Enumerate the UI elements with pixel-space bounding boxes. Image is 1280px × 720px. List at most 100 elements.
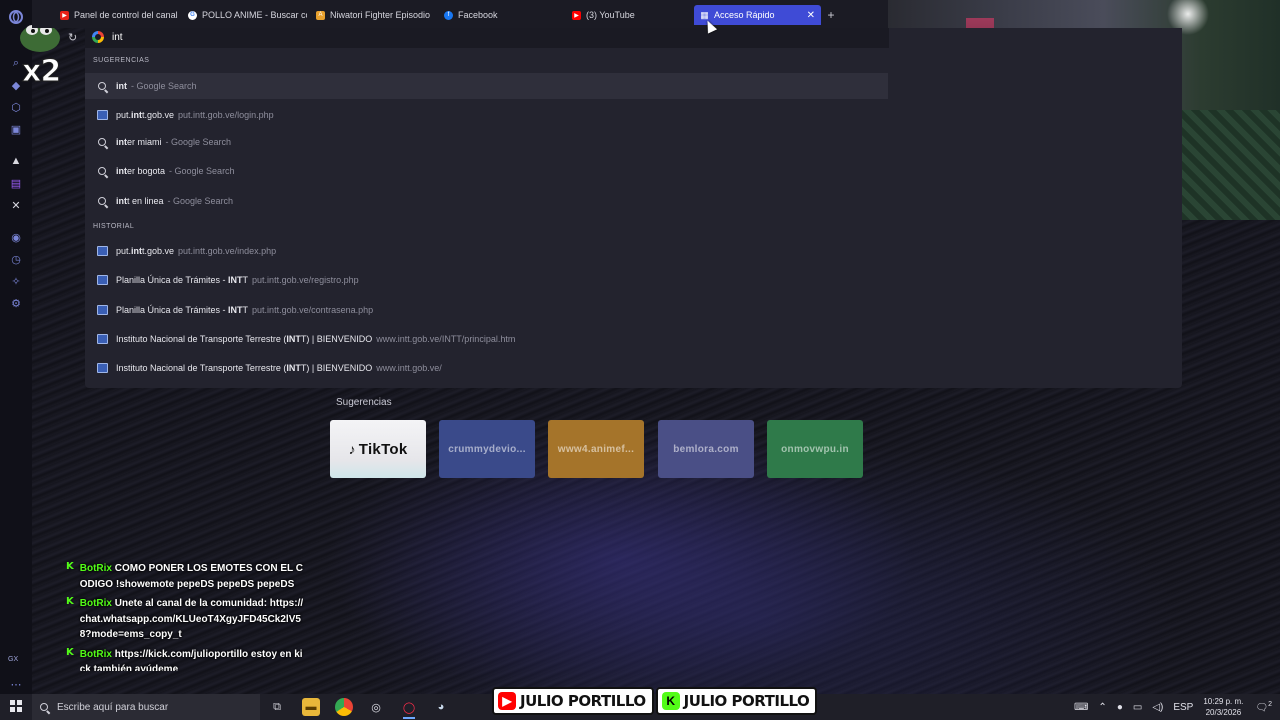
notification-count: 2 — [1268, 700, 1272, 708]
kick-logo-icon: K — [661, 692, 680, 710]
chevron-up-icon[interactable]: ⌃ — [1098, 702, 1106, 713]
brand-name: JULIO PORTILLO — [683, 692, 810, 710]
chat-text: https://kick.com/julioportillo estoy en … — [79, 648, 303, 671]
multiplier-label: x2 — [21, 54, 61, 90]
search-icon — [96, 80, 108, 92]
tiktok-sidebar-icon[interactable]: ▲ — [8, 153, 24, 169]
youtube-brand-pill: ▶ JULIO PORTILLO — [492, 687, 654, 715]
history-item[interactable]: Instituto Nacional de Transporte Terrest… — [85, 326, 888, 352]
history-item[interactable]: Instituto Nacional de Transporte Terrest… — [85, 355, 888, 381]
tab-youtube[interactable]: ▶ (3) YouTube — [566, 5, 691, 25]
tab-niwatori-fighter[interactable]: A Niwatori Fighter Episodio — [310, 5, 435, 25]
tab-pollo-anime[interactable]: G POLLO ANIME - Buscar co — [182, 5, 307, 25]
search-icon — [96, 195, 108, 207]
file-explorer-icon[interactable]: ▬ — [302, 698, 320, 716]
speed-dial-onmovwpu[interactable]: onmovwpu.in — [767, 420, 863, 478]
suggestion-item[interactable]: intt en linea - Google Search — [85, 188, 888, 214]
suggestion-item[interactable]: int - Google Search — [85, 73, 888, 99]
google-search-engine-icon — [92, 31, 104, 43]
keyboard-icon[interactable]: ⌨ — [1074, 702, 1088, 713]
kick-icon: K — [66, 646, 74, 658]
more-menu-icon[interactable]: ⋯ — [8, 676, 24, 692]
player-icon[interactable]: ◉ — [8, 229, 24, 245]
facebook-icon: f — [444, 10, 453, 20]
suggestion-match: int — [116, 137, 127, 147]
volume-icon[interactable]: ◁) — [1152, 702, 1163, 713]
search-icon — [96, 165, 108, 177]
history-url: put.intt.gob.ve/contrasena.php — [252, 305, 374, 315]
history-match: int — [131, 246, 143, 256]
youtube-logo-icon: ▶ — [498, 692, 516, 710]
windows-start-icon[interactable] — [10, 700, 22, 712]
history-heading: HISTORIAL — [93, 223, 135, 230]
site-icon — [96, 304, 108, 316]
suggestion-rest: er bogota — [127, 166, 166, 176]
opera-gx-icon[interactable]: ◯ — [400, 698, 418, 719]
suggestions-heading: SUGERENCIAS — [93, 57, 150, 64]
address-input[interactable] — [112, 30, 712, 44]
suggestion-match: int — [116, 166, 127, 176]
x-twitter-icon[interactable]: ✕ — [8, 197, 24, 213]
taskbar-search-placeholder: Escribe aquí para buscar — [57, 701, 169, 713]
clock-time: 10:29 p. m. — [1203, 697, 1244, 706]
clock[interactable]: 10:29 p. m. 20/3/2026 — [1203, 696, 1243, 718]
suggestion-match: int — [116, 196, 127, 206]
search-icon — [96, 136, 108, 148]
history-item[interactable]: Planilla Única de Trámites - INTT put.int… — [85, 267, 888, 293]
new-tab-button[interactable]: + — [824, 8, 838, 22]
history-rest: T — [242, 275, 249, 285]
chat-username: BotRix — [79, 563, 112, 574]
suggestion-item[interactable]: inter bogota - Google Search — [85, 158, 888, 184]
history-item[interactable]: put.intt.gob.ve put.intt.gob.ve/index.php — [85, 238, 888, 264]
speed-dial-bemlora[interactable]: bemlora.com — [658, 420, 754, 478]
suggestion-match: int — [116, 81, 127, 91]
suggestion-item[interactable]: put.intt.gob.ve put.intt.gob.ve/login.php — [85, 102, 888, 128]
extensions-icon[interactable]: ✧ — [8, 273, 24, 289]
tab-channel-dashboard[interactable]: ▶ Panel de control del canal — [54, 5, 179, 25]
microphone-icon[interactable]: ● — [1117, 702, 1123, 713]
steam-icon[interactable]: ◕ — [432, 698, 450, 716]
tile-label: TikTok — [358, 440, 408, 458]
task-view-icon[interactable]: ⧉ — [268, 698, 286, 716]
suggestion-item[interactable]: inter miami - Google Search — [85, 129, 888, 155]
suggestion-match: int — [131, 110, 143, 120]
history-icon[interactable]: ◷ — [8, 251, 24, 267]
speed-dial-animeflv[interactable]: www4.animef... — [548, 420, 644, 478]
speed-dial-crummydevio[interactable]: crummydevio... — [439, 420, 535, 478]
network-icon[interactable]: ▭ — [1133, 702, 1142, 713]
chrome-icon[interactable] — [335, 698, 353, 716]
suggestion-sub: - Google Search — [167, 196, 234, 206]
speed-dial-heading: Sugerencias — [336, 397, 392, 408]
suggestion-sub: - Google Search — [165, 137, 232, 147]
close-tab-icon[interactable]: ✕ — [807, 10, 815, 21]
chat-message: K BotRix https://kick.com/julioportillo … — [66, 647, 306, 671]
history-item[interactable]: Planilla Única de Trámites - INTT put.int… — [85, 297, 888, 323]
language-indicator[interactable]: ESP — [1173, 702, 1193, 713]
history-rest: T) | BIENVENIDO — [300, 363, 373, 373]
notifications-icon[interactable]: 🗨2 — [1255, 701, 1272, 713]
suggestion-prefix: put. — [116, 110, 132, 120]
tab-title: POLLO ANIME - Buscar co — [202, 10, 307, 20]
tab-bar: ▶ Panel de control del canal G POLLO ANI… — [32, 0, 888, 28]
suggestion-sub: - Google Search — [169, 166, 235, 176]
suggestion-rest: er miami — [127, 137, 162, 147]
speed-dial-tiktok[interactable]: ♪ TikTok — [330, 420, 426, 478]
chat-username: BotRix — [79, 648, 112, 660]
history-prefix: Instituto Nacional de Transporte Terrest… — [116, 334, 287, 344]
crypto-wallet-icon[interactable]: ⬡ — [8, 99, 24, 115]
history-prefix: Instituto Nacional de Transporte Terrest… — [116, 363, 287, 373]
obs-icon[interactable]: ◎ — [367, 698, 385, 716]
messenger-icon[interactable]: ▣ — [8, 121, 24, 137]
history-url: put.intt.gob.ve/index.php — [178, 246, 277, 256]
clock-date: 20/3/2026 — [1205, 708, 1242, 717]
tab-title: Panel de control del canal — [74, 10, 178, 20]
reload-icon[interactable]: ↻ — [68, 31, 77, 44]
twitch-icon[interactable]: ▤ — [8, 175, 24, 191]
tab-title: Niwatori Fighter Episodio — [330, 10, 431, 20]
tab-facebook[interactable]: f Facebook — [438, 5, 563, 25]
brand-name: JULIO PORTILLO — [520, 692, 646, 710]
settings-gear-icon[interactable]: ⚙ — [8, 295, 24, 311]
history-rest: t.gob.ve — [142, 246, 175, 256]
taskbar-search-box[interactable]: Escribe aquí para buscar — [32, 694, 260, 720]
tile-label: www4.animef... — [557, 443, 635, 455]
